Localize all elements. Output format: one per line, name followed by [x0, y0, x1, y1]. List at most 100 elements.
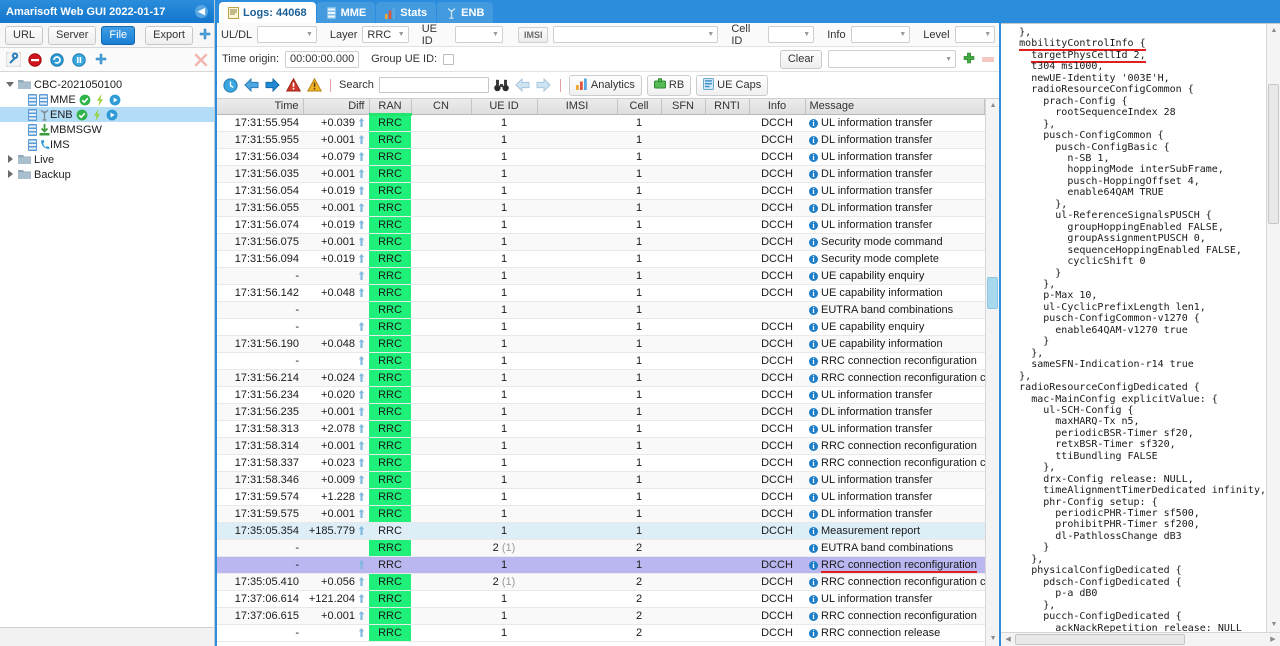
scroll-thumb[interactable] [1268, 84, 1279, 224]
tab-logs[interactable]: Logs: 44068 [219, 2, 316, 23]
refresh-icon[interactable] [49, 52, 65, 68]
green-plus-icon[interactable] [962, 52, 976, 66]
rb-button[interactable]: RB [646, 74, 692, 96]
red-x-icon[interactable] [193, 52, 209, 68]
col-message[interactable]: Message [805, 99, 986, 115]
source-url-button[interactable]: URL [5, 25, 44, 45]
detail-horizontal-scrollbar[interactable]: ◀ ▶ [1001, 632, 1280, 646]
table-row[interactable]: 17:31:56.075 +0.001 RRC 1 1 DCCH i Security mod… [217, 233, 985, 251]
table-row[interactable]: 17:35:05.410 +0.056 RRC 2 (1) 2 DCCH i RRC conn… [217, 573, 985, 591]
table-row[interactable]: 17:31:58.346 +0.009 RRC 1 1 DCCH i UL informati… [217, 471, 985, 489]
tree-item-mme[interactable]: MME [0, 92, 214, 107]
blue-plus-icon[interactable] [198, 27, 212, 43]
chevron-down-icon[interactable] [6, 80, 15, 89]
scroll-right-icon[interactable]: ▶ [1268, 635, 1278, 645]
clear-button[interactable]: Clear [779, 49, 823, 69]
ueid-select[interactable]: ▼ [454, 26, 503, 43]
tab-stats[interactable]: Stats [376, 2, 437, 23]
scroll-up-icon[interactable]: ▲ [1269, 26, 1279, 36]
wrench-icon[interactable] [5, 52, 21, 68]
uldl-select[interactable]: ▼ [257, 26, 317, 43]
table-row[interactable]: 17:31:56.190 +0.048 RRC 1 1 DCCH i UE capabilit… [217, 335, 985, 353]
export-button[interactable]: Export [145, 25, 193, 45]
blue-plus-icon[interactable] [93, 52, 109, 68]
table-row[interactable]: 17:31:56.035 +0.001 RRC 1 1 DCCH i DL informati… [217, 165, 985, 183]
imsi-select[interactable]: ▼ [553, 26, 719, 43]
scroll-thumb[interactable] [1015, 634, 1186, 645]
table-row[interactable]: 17:35:05.354 +185.779 RRC 1 1 DCCH i Measuremen… [217, 522, 985, 540]
scroll-left-icon[interactable]: ◀ [1003, 635, 1013, 645]
message-detail-code[interactable]: }, mobilityControlInfo { targetPhysCellI… [1001, 24, 1266, 632]
tab-mme[interactable]: MME [316, 2, 376, 23]
col-info[interactable]: Info [749, 99, 806, 115]
search-input[interactable] [378, 77, 489, 93]
col-imsi[interactable]: IMSI [537, 99, 618, 115]
table-row[interactable]: - RRC 1 1 DCCH i RRC connection reconfiguratio… [217, 352, 985, 370]
table-row[interactable]: 17:31:56.054 +0.019 RRC 1 1 DCCH i UL informati… [217, 182, 985, 200]
tree-item-cbc[interactable]: CBC-2021050100 [0, 77, 214, 92]
table-row[interactable]: 17:31:56.142 +0.048 RRC 1 1 DCCH i UE capabilit… [217, 284, 985, 302]
error-triangle-icon[interactable] [285, 77, 301, 93]
table-row[interactable]: 17:31:56.055 +0.001 RRC 1 1 DCCH i DL informati… [217, 199, 985, 217]
table-row[interactable]: 17:31:56.235 +0.001 RRC 1 1 DCCH i DL informati… [217, 403, 985, 421]
col-ueid[interactable]: UE ID [471, 99, 538, 115]
layer-select[interactable]: RRC ▼ [362, 26, 409, 43]
pause-icon[interactable] [71, 52, 87, 68]
col-cn[interactable]: CN [411, 99, 472, 115]
info-select[interactable]: ▼ [850, 26, 911, 43]
col-rnti[interactable]: RNTI [705, 99, 750, 115]
arrow-right-grey-icon[interactable] [536, 77, 552, 93]
table-row[interactable]: 17:31:55.954 +0.039 RRC 1 1 DCCH i UL informati… [217, 114, 985, 132]
table-row[interactable]: - RRC 1 1 DCCH i RRC connection reconfiguratio… [217, 556, 985, 574]
table-row[interactable]: 17:31:58.314 +0.001 RRC 1 1 DCCH i RRC connecti… [217, 437, 985, 455]
red-minus-icon[interactable] [982, 56, 995, 62]
chevron-left-icon[interactable]: ◀ [195, 5, 208, 18]
col-cell[interactable]: Cell [617, 99, 662, 115]
scroll-down-icon[interactable]: ▼ [988, 634, 998, 644]
ue-caps-button[interactable]: UE Caps [696, 74, 769, 96]
table-row[interactable]: 17:37:06.615 +0.001 RRC 1 2 DCCH i RRC connecti… [217, 607, 985, 625]
analytics-button[interactable]: Analytics [568, 74, 642, 96]
group-ue-id-checkbox[interactable] [443, 53, 455, 65]
table-row[interactable]: - RRC 1 1 i EUTRA band combinations [217, 301, 985, 319]
cellid-select[interactable]: ▼ [767, 26, 815, 43]
table-row[interactable]: 17:31:56.094 +0.019 RRC 1 1 DCCH i Security mod… [217, 250, 985, 268]
arrow-left-blue-icon[interactable] [243, 77, 259, 93]
arrow-right-blue-icon[interactable] [264, 77, 280, 93]
col-diff[interactable]: Diff [303, 99, 370, 115]
table-row[interactable]: - RRC 1 1 DCCH i UE capability enquiry [217, 267, 985, 285]
col-ran[interactable]: RAN [369, 99, 412, 116]
tree-item-backup[interactable]: Backup [0, 167, 214, 182]
table-row[interactable]: 17:31:58.313 +2.078 RRC 1 1 DCCH i UL informati… [217, 420, 985, 438]
table-row[interactable]: 17:31:59.574 +1.228 RRC 1 1 DCCH i UL informati… [217, 488, 985, 506]
table-row[interactable]: - RRC 2 (1) 2 i EUTRA band combinations [217, 539, 985, 557]
warning-triangle-icon[interactable] [306, 77, 322, 93]
table-row[interactable]: 17:31:58.337 +0.023 RRC 1 1 DCCH i RRC connecti… [217, 454, 985, 472]
stop-icon[interactable] [27, 52, 43, 68]
source-file-button[interactable]: File [101, 25, 136, 45]
tree-item-ims[interactable]: IMS [0, 137, 214, 152]
table-row[interactable]: 17:31:59.575 +0.001 RRC 1 1 DCCH i DL informati… [217, 505, 985, 523]
col-sfn[interactable]: SFN [661, 99, 706, 115]
table-row[interactable]: - RRC 1 2 DCCH i RRC connection release [217, 624, 985, 642]
scroll-thumb[interactable] [987, 277, 999, 309]
table-row[interactable]: 17:31:56.074 +0.019 RRC 1 1 DCCH i UL informati… [217, 216, 985, 234]
scroll-down-icon[interactable]: ▼ [1269, 620, 1279, 630]
imsi-button[interactable]: IMSI [517, 26, 549, 43]
chevron-right-icon[interactable] [6, 170, 15, 179]
time-origin-input[interactable]: 00:00:00.000 [285, 50, 360, 68]
table-row[interactable]: 17:31:56.214 +0.024 RRC 1 1 DCCH i RRC connecti… [217, 369, 985, 387]
clock-icon[interactable] [222, 77, 238, 93]
scroll-up-icon[interactable]: ▲ [988, 101, 998, 111]
table-row[interactable]: 17:31:55.955 +0.001 RRC 1 1 DCCH i DL informati… [217, 131, 985, 149]
table-row[interactable]: 17:31:56.034 +0.079 RRC 1 1 DCCH i UL informati… [217, 148, 985, 166]
tree-item-enb[interactable]: ENB [0, 107, 214, 122]
table-row[interactable]: 17:37:06.614 +121.204 RRC 1 2 DCCH i UL informa… [217, 590, 985, 608]
tree-item-live[interactable]: Live [0, 152, 214, 167]
tree-item-mbmsgw[interactable]: MBMSGW [0, 122, 214, 137]
binoculars-icon[interactable] [494, 77, 510, 93]
chevron-right-icon[interactable] [6, 155, 15, 164]
table-row[interactable]: 17:31:56.234 +0.020 RRC 1 1 DCCH i UL informati… [217, 386, 985, 404]
tab-enb[interactable]: ENB [437, 2, 494, 23]
detail-vertical-scrollbar[interactable]: ▲ ▼ [1266, 24, 1280, 632]
